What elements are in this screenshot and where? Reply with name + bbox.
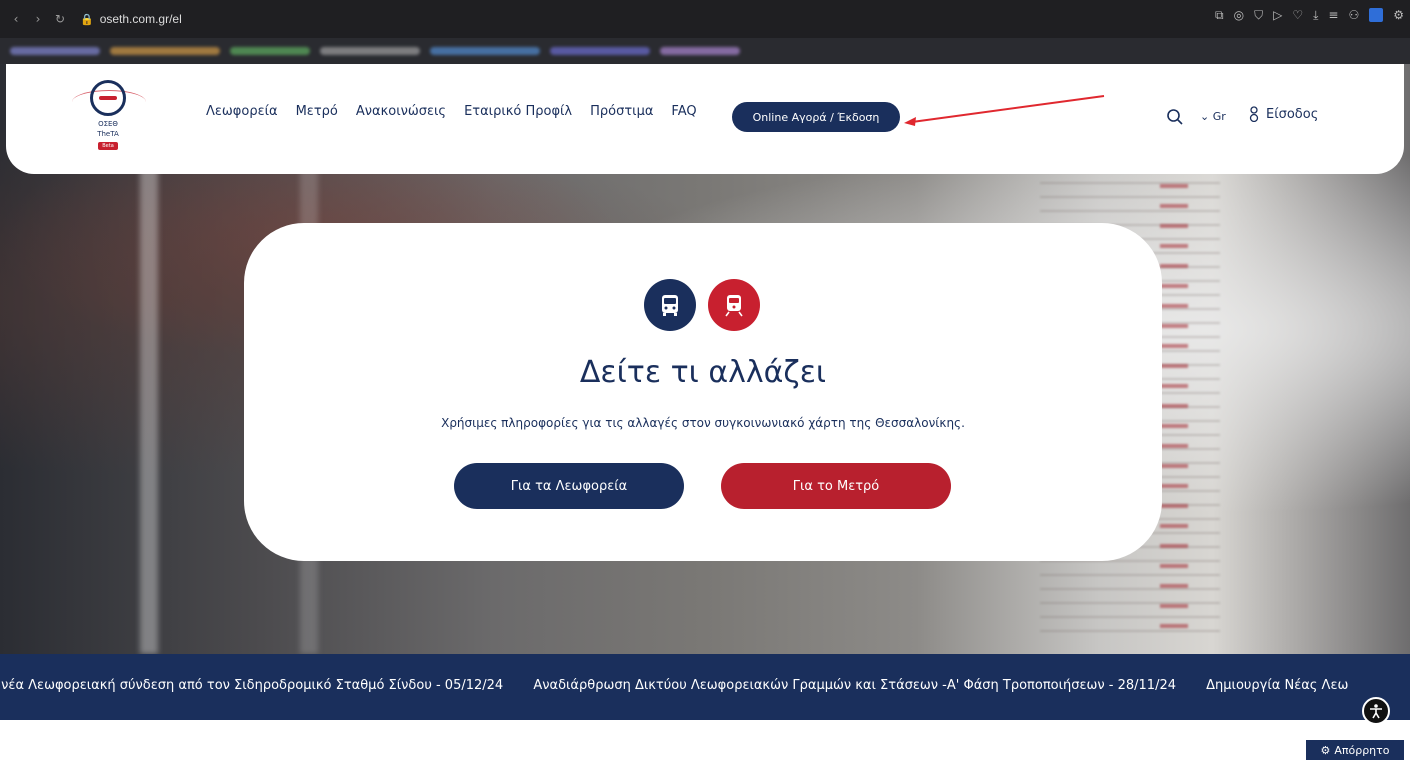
lock-icon: 🔒 <box>80 12 94 26</box>
bookmarks-bar <box>0 38 1410 64</box>
user-icon <box>1249 106 1259 122</box>
transport-icons <box>644 279 760 331</box>
main-nav: Λεωφορεία Μετρό Ανακοινώσεις Εταιρικό Πρ… <box>206 104 715 119</box>
address-bar[interactable]: oseth.com.gr/el <box>100 12 182 26</box>
nav-item-corporate-profile[interactable]: Εταιρικό Προφίλ <box>464 104 572 119</box>
ticker-item[interactable]: ε νέα Λεωφορειακή σύνδεση από τον Σιδηρο… <box>0 678 503 693</box>
site-header: ΟΣΕΘ TheTA Beta Λεωφορεία Μετρό Ανακοινώ… <box>6 64 1404 174</box>
heart-icon[interactable]: ♡ <box>1292 8 1303 23</box>
gear-icon: ⚙ <box>1320 743 1331 757</box>
metro-icon <box>708 279 760 331</box>
card-title: Δείτε τι αλλάζει <box>579 355 827 390</box>
bus-icon <box>644 279 696 331</box>
share-icon[interactable]: ⧉ <box>1215 8 1224 23</box>
oseth-logo[interactable]: ΟΣΕΘ TheTA Beta <box>68 76 148 156</box>
nav-item-faq[interactable]: FAQ <box>671 104 696 119</box>
forward-icon[interactable]: › <box>30 12 46 26</box>
ticker-item[interactable]: Αναδιάρθρωση Δικτύου Λεωφορειακών Γραμμώ… <box>533 678 1176 693</box>
ticker-items: ε νέα Λεωφορειακή σύνδεση από τον Σιδηρο… <box>0 678 1374 693</box>
profile-icon[interactable]: ⚇ <box>1348 8 1359 23</box>
logo-text-latin: TheTA <box>97 130 119 138</box>
logo-text-greek: ΟΣΕΘ <box>98 120 118 128</box>
nav-item-announcements[interactable]: Ανακοινώσεις <box>356 104 446 119</box>
nav-item-metro[interactable]: Μετρό <box>296 104 338 119</box>
accessibility-icon[interactable] <box>1362 697 1390 725</box>
card-subtitle: Χρήσιμες πληροφορίες για τις αλλαγές στο… <box>441 416 965 430</box>
search-icon[interactable] <box>1166 108 1184 126</box>
beta-badge: Beta <box>98 142 118 150</box>
reload-icon[interactable]: ↻ <box>52 12 68 26</box>
ticker-item[interactable]: Δημιουργία Νέας Λεω <box>1206 678 1348 693</box>
download-icon[interactable]: ⤓ <box>1313 8 1318 23</box>
back-icon[interactable]: ‹ <box>8 12 24 26</box>
online-purchase-button[interactable]: Online Αγορά / Έκδοση <box>732 102 900 132</box>
browser-toolbar: ‹ › ↻ 🔒 oseth.com.gr/el ⧉ ◎ ⛉ ▷ ♡ ⤓ ≡ ⚇ … <box>0 0 1410 38</box>
settings-icon[interactable]: ⚙ <box>1393 8 1404 23</box>
changes-info-card: Δείτε τι αλλάζει Χρήσιμες πληροφορίες γι… <box>244 223 1162 561</box>
language-selector[interactable]: ⌄ Gr <box>1200 110 1226 123</box>
chevron-down-icon: ⌄ <box>1200 110 1210 123</box>
screenshot-icon[interactable]: ◎ <box>1234 8 1244 23</box>
nav-item-fines[interactable]: Πρόστιμα <box>590 104 653 119</box>
shield-icon[interactable]: ⛉ <box>1254 8 1263 23</box>
privacy-button[interactable]: ⚙ Απόρρητο <box>1306 740 1404 760</box>
login-button[interactable]: Είσοδος <box>1248 106 1318 122</box>
extension-icon[interactable] <box>1369 8 1384 22</box>
play-icon[interactable]: ▷ <box>1273 8 1282 23</box>
metro-info-button[interactable]: Για το Μετρό <box>721 463 951 509</box>
news-ticker: ε νέα Λεωφορειακή σύνδεση από τον Σιδηρο… <box>0 654 1410 720</box>
nav-item-buses[interactable]: Λεωφορεία <box>206 104 278 119</box>
browser-extension-icons: ⧉ ◎ ⛉ ▷ ♡ ⤓ ≡ ⚇ ⚙ <box>1215 8 1404 23</box>
buses-info-button[interactable]: Για τα Λεωφορεία <box>454 463 684 509</box>
menu-icon[interactable]: ≡ <box>1328 8 1338 23</box>
